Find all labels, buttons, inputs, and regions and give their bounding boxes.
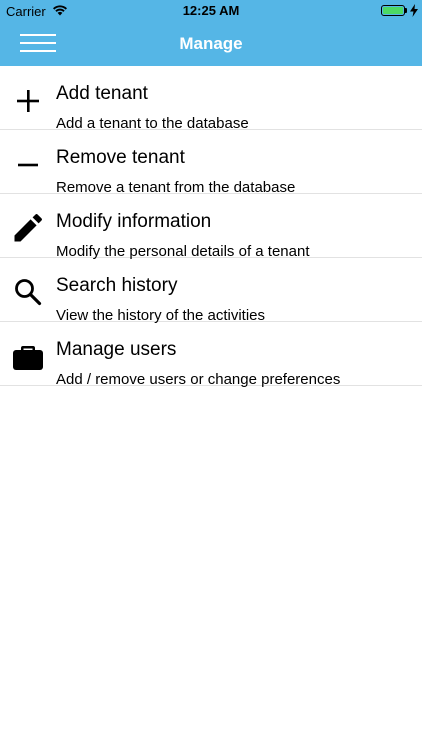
charging-bolt-icon xyxy=(410,4,418,17)
navigation-bar: Manage xyxy=(0,22,422,66)
menu-item-title: Modify information xyxy=(56,211,212,232)
battery-level xyxy=(383,7,403,14)
menu-item-title: Manage users xyxy=(56,339,177,360)
menu-item-manage-users[interactable]: Manage users Add / remove users or chang… xyxy=(0,322,422,388)
pencil-icon xyxy=(14,214,42,242)
menu-item-search-history[interactable]: Search history View the history of the a… xyxy=(0,258,422,324)
menu-item-modify-information[interactable]: Modify information Modify the personal d… xyxy=(0,194,422,260)
menu-item-title: Remove tenant xyxy=(56,147,185,168)
search-icon xyxy=(15,279,42,306)
menu-item-add-tenant[interactable]: Add tenant Add a tenant to the database xyxy=(0,66,422,132)
plus-icon xyxy=(17,90,39,112)
status-time: 12:25 AM xyxy=(182,3,240,18)
battery-tip xyxy=(405,8,407,13)
menu-item-title: Add tenant xyxy=(56,83,148,104)
page-title: Manage xyxy=(179,34,243,53)
battery-icon xyxy=(381,5,405,16)
menu-item-title: Search history xyxy=(56,275,178,296)
manage-menu-list: Add tenant Add a tenant to the database … xyxy=(0,66,422,388)
status-bar: Carrier 12:25 AM xyxy=(0,0,422,22)
menu-item-remove-tenant[interactable]: Remove tenant Remove a tenant from the d… xyxy=(0,130,422,196)
briefcase-icon xyxy=(13,346,43,370)
menu-item-subtitle: Add / remove users or change preferences xyxy=(56,371,341,388)
minus-icon xyxy=(18,163,38,167)
